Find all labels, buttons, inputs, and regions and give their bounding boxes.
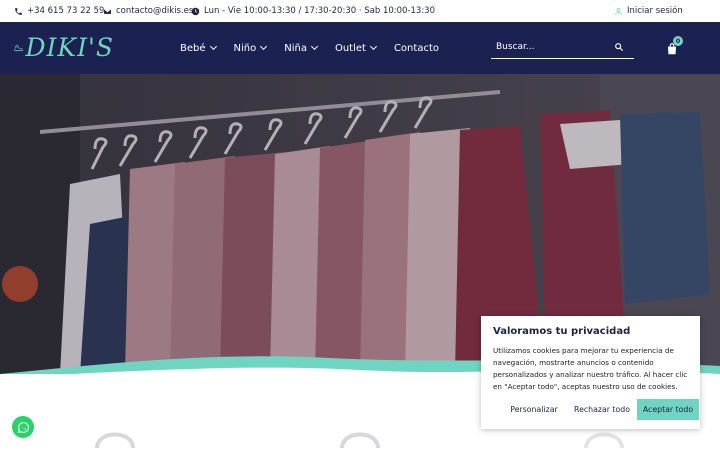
logo[interactable]: DIKI'S [14,32,114,64]
customize-cookies-button[interactable]: Personalizar [505,399,563,420]
whatsapp-button[interactable] [12,416,34,438]
shoe-logo-icon [14,44,24,52]
main-header: DIKI'S Bebé Niño Niña Outlet Contacto Bu… [0,22,720,74]
search-input[interactable]: Buscar... [491,36,634,59]
mail-icon [103,8,112,14]
cart-button[interactable]: 0 [664,36,683,57]
search-placeholder: Buscar... [496,42,535,52]
cookie-description: Utilizamos cookies para mejorar tu exper… [493,346,688,391]
nav-label: Contacto [393,42,439,54]
cart-count-badge: 0 [673,36,683,46]
chevron-down-icon [369,42,377,51]
chevron-down-icon [310,42,319,51]
nav-item-nino[interactable]: Niño [233,42,268,54]
login-link[interactable]: Iniciar sesión [614,0,683,22]
login-label: Iniciar sesión [627,6,683,16]
category-icon [340,432,380,449]
top-bar: +34 615 73 22 59 contacto@dikis.es Lun -… [0,0,720,22]
user-icon [615,7,622,15]
nav-item-contacto[interactable]: Contacto [394,43,439,54]
nav-item-outlet[interactable]: Outlet [334,42,377,54]
category-icon [95,432,135,449]
email-address: contacto@dikis.es [116,6,194,16]
clock-icon [191,7,200,15]
search-icon[interactable] [614,42,624,52]
nav-label: Niño [233,42,257,54]
logo-text: DIKI'S [25,33,114,62]
accept-all-button[interactable]: Aceptar todo [637,399,699,420]
phone-contact[interactable]: +34 615 73 22 59 [14,0,104,22]
nav-item-nina[interactable]: Niña [284,42,319,54]
phone-icon [15,7,22,15]
cookie-title: Valoramos tu privacidad [493,326,631,337]
whatsapp-icon [17,421,29,433]
email-contact[interactable]: contacto@dikis.es [103,0,193,22]
nav-label: Outlet [334,42,366,54]
nav-label: Bebé [180,42,206,54]
opening-hours: Lun - Vie 10:00-13:30 / 17:30-20:30 · Sa… [191,0,435,22]
phone-number: +34 615 73 22 59 [27,6,105,16]
reject-all-button[interactable]: Rechazar todo [571,399,633,420]
main-nav: Bebé Niño Niña Outlet Contacto [180,22,457,74]
chevron-down-icon [260,42,268,51]
hours-text: Lun - Vie 10:00-13:30 / 17:30-20:30 · Sa… [204,6,436,16]
nav-label: Niña [284,42,307,54]
nav-item-bebe[interactable]: Bebé [180,42,217,54]
chevron-down-icon [209,42,217,51]
cookie-consent-banner: Valoramos tu privacidad Utilizamos cooki… [481,316,700,429]
page: +34 615 73 22 59 contacto@dikis.es Lun -… [0,0,720,450]
cookie-actions: Personalizar Rechazar todo Aceptar todo [493,399,699,420]
